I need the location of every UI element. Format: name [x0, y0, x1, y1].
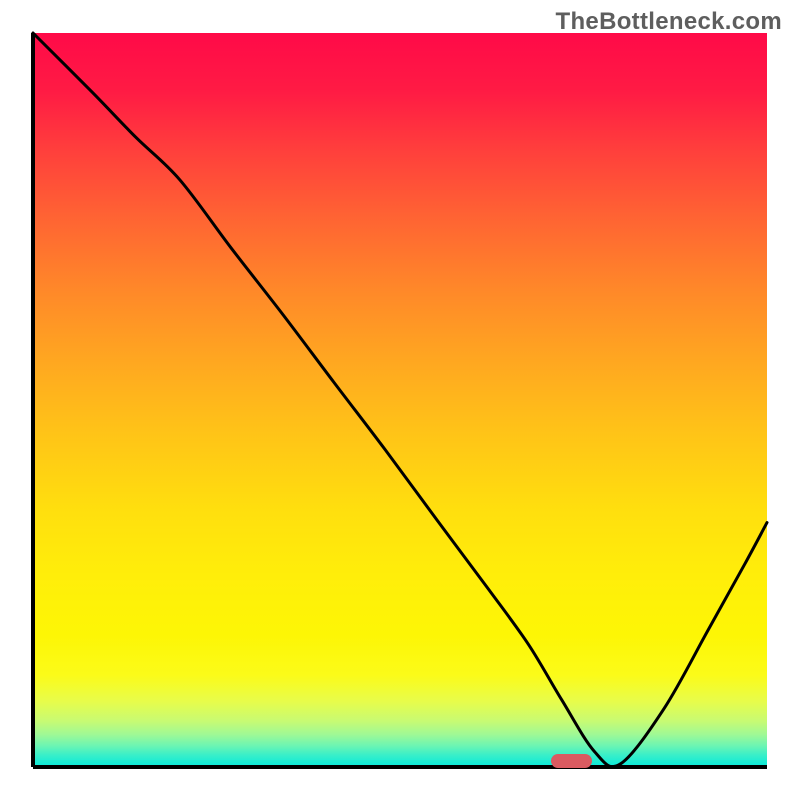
x-axis-line: [33, 765, 767, 769]
gradient-background: [33, 33, 767, 767]
bottleneck-chart: TheBottleneck.com: [0, 0, 800, 800]
y-axis-line: [31, 33, 35, 767]
watermark-text: TheBottleneck.com: [556, 8, 782, 36]
